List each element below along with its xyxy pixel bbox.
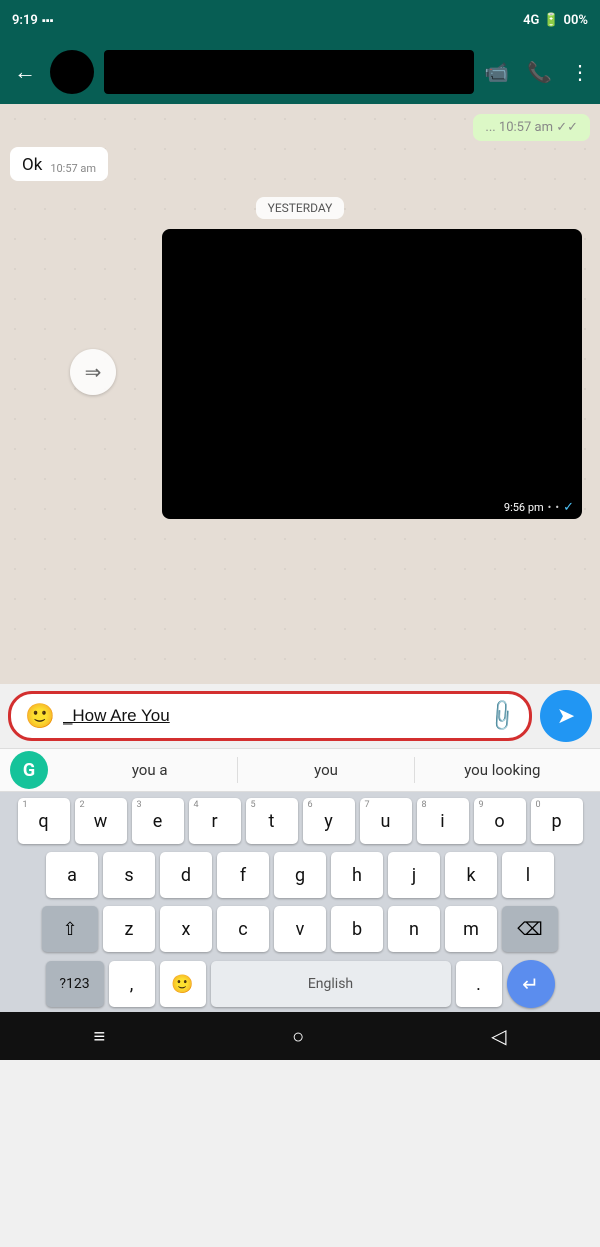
input-row: 🙂 📎 ➤ — [0, 684, 600, 748]
keyboard: 1q 2w 3e 4r 5t 6y 7u 8i 9o 0p a s d f g … — [0, 792, 600, 1012]
battery-icon: 🔋 — [543, 13, 559, 28]
key-u[interactable]: 7u — [360, 798, 412, 844]
suggestion-item-1[interactable]: you — [238, 757, 414, 783]
space-key[interactable]: English — [211, 961, 451, 1007]
ok-message-text: Ok — [22, 155, 42, 175]
key-k[interactable]: k — [445, 852, 497, 898]
send-icon: ➤ — [557, 704, 575, 729]
backspace-key[interactable]: ⌫ — [502, 906, 558, 952]
video-thumbnail — [162, 229, 582, 519]
keyboard-bottom-row: ?123 , 🙂 English . ↵ — [4, 960, 596, 1008]
symbols-key[interactable]: ?123 — [46, 961, 104, 1007]
suggestion-item-0[interactable]: you a — [62, 757, 238, 783]
network-label: 4G — [523, 13, 539, 28]
key-l[interactable]: l — [502, 852, 554, 898]
key-r[interactable]: 4r — [189, 798, 241, 844]
emoji-key[interactable]: 🙂 — [160, 961, 206, 1007]
header-icons: 📹 📞 ⋮ — [484, 60, 590, 84]
ok-message-row: Ok 10:57 am — [10, 147, 590, 189]
grammarly-button[interactable]: G — [10, 751, 48, 789]
key-p[interactable]: 0p — [531, 798, 583, 844]
chat-area: ... 10:57 am ✓✓ Ok 10:57 am YESTERDAY 9:… — [0, 104, 600, 684]
key-q[interactable]: 1q — [18, 798, 70, 844]
suggestion-bar: G you a you you looking — [0, 748, 600, 792]
period-key[interactable]: . — [456, 961, 502, 1007]
forward-icon: ⇒ — [85, 360, 102, 384]
key-a[interactable]: a — [46, 852, 98, 898]
chat-input[interactable] — [63, 706, 480, 726]
grammarly-label: G — [23, 760, 35, 781]
shift-key[interactable]: ⇧ — [42, 906, 98, 952]
status-bar: 9:19 ▪▪▪ 4G 🔋 00% — [0, 0, 600, 40]
date-separator: YESTERDAY — [10, 197, 590, 219]
status-time: 9:19 — [12, 13, 38, 28]
keyboard-row-1: 1q 2w 3e 4r 5t 6y 7u 8i 9o 0p — [4, 798, 596, 844]
suggestion-item-2[interactable]: you looking — [415, 757, 590, 783]
input-bubble: 🙂 📎 — [8, 691, 532, 741]
contact-name-redacted — [104, 50, 474, 94]
key-d[interactable]: d — [160, 852, 212, 898]
battery-label: 00% — [564, 13, 588, 28]
back-button[interactable]: ← — [10, 55, 40, 89]
key-n[interactable]: n — [388, 906, 440, 952]
key-c[interactable]: c — [217, 906, 269, 952]
key-x[interactable]: x — [160, 906, 212, 952]
key-g[interactable]: g — [274, 852, 326, 898]
video-message-bubble[interactable]: 9:56 pm • • ✓ — [162, 229, 582, 519]
chat-header: ← 📹 📞 ⋮ — [0, 40, 600, 104]
status-bar-left: 9:19 ▪▪▪ — [12, 13, 54, 28]
attach-button[interactable]: 📎 — [483, 697, 520, 734]
video-read-check: ✓ — [563, 500, 574, 515]
emoji-button[interactable]: 🙂 — [25, 702, 55, 730]
send-button[interactable]: ➤ — [540, 690, 592, 742]
key-w[interactable]: 2w — [75, 798, 127, 844]
key-j[interactable]: j — [388, 852, 440, 898]
keyboard-row-2: a s d f g h j k l — [4, 852, 596, 898]
key-e[interactable]: 3e — [132, 798, 184, 844]
key-y[interactable]: 6y — [303, 798, 355, 844]
status-bar-right: 4G 🔋 00% — [523, 13, 588, 28]
nav-bar: ≡ ○ ◁ — [0, 1012, 600, 1060]
forward-button[interactable]: ⇒ — [70, 349, 116, 395]
nav-back-icon[interactable]: ◁ — [491, 1024, 506, 1048]
signal-icon: ▪▪▪ — [42, 14, 54, 27]
avatar — [50, 50, 94, 94]
key-v[interactable]: v — [274, 906, 326, 952]
prev-msg-truncated: ... 10:57 am ✓✓ — [485, 120, 578, 135]
ok-message-time: 10:57 am — [50, 162, 96, 175]
enter-icon: ↵ — [522, 972, 539, 996]
key-h[interactable]: h — [331, 852, 383, 898]
keyboard-row-3: ⇧ z x c v b n m ⌫ — [4, 906, 596, 952]
key-t[interactable]: 5t — [246, 798, 298, 844]
key-s[interactable]: s — [103, 852, 155, 898]
prev-message-hint: ... 10:57 am ✓✓ — [10, 114, 590, 141]
key-o[interactable]: 9o — [474, 798, 526, 844]
date-badge-text: YESTERDAY — [256, 197, 345, 219]
nav-menu-icon[interactable]: ≡ — [93, 1024, 105, 1049]
comma-key[interactable]: , — [109, 961, 155, 1007]
nav-home-icon[interactable]: ○ — [292, 1024, 304, 1049]
enter-key[interactable]: ↵ — [507, 960, 555, 1008]
phone-call-icon[interactable]: 📞 — [527, 60, 552, 84]
video-time-row: 9:56 pm • • ✓ — [504, 500, 574, 515]
key-z[interactable]: z — [103, 906, 155, 952]
video-call-icon[interactable]: 📹 — [484, 60, 509, 84]
video-timestamp: 9:56 pm — [504, 501, 544, 514]
video-dot1: • — [548, 501, 552, 514]
key-f[interactable]: f — [217, 852, 269, 898]
video-dot2: • — [555, 501, 559, 514]
ok-message-bubble: Ok 10:57 am — [10, 147, 108, 181]
more-options-icon[interactable]: ⋮ — [570, 60, 590, 84]
key-m[interactable]: m — [445, 906, 497, 952]
video-message-row: 9:56 pm • • ✓ ⇒ — [10, 229, 590, 519]
key-i[interactable]: 8i — [417, 798, 469, 844]
key-b[interactable]: b — [331, 906, 383, 952]
